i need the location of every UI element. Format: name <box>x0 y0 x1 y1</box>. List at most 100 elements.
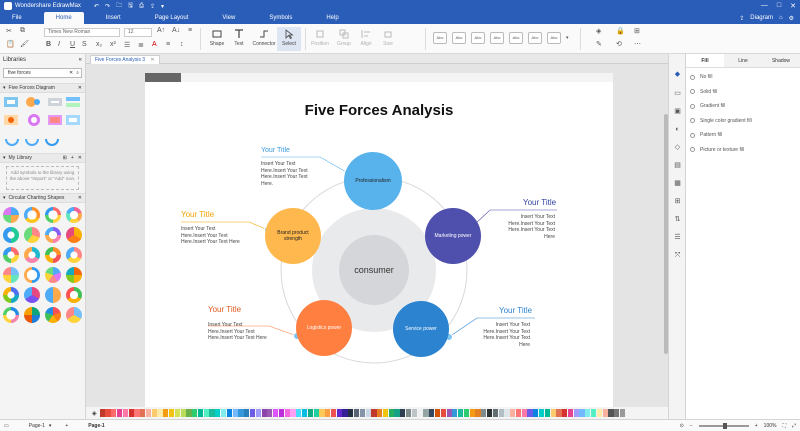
color-swatch[interactable] <box>215 409 221 417</box>
format-painter-icon[interactable]: 🖌 <box>20 40 29 48</box>
color-swatch[interactable] <box>377 409 383 417</box>
tab-shadow[interactable]: Shadow <box>762 54 800 67</box>
home-icon[interactable]: ⌂ <box>779 15 783 21</box>
color-swatch[interactable] <box>261 409 267 417</box>
shape-thumbnail[interactable] <box>45 227 61 243</box>
color-swatch[interactable] <box>498 409 504 417</box>
option-gradient-fill[interactable]: Gradient fill <box>686 99 800 114</box>
save-icon[interactable]: 🖫 <box>128 1 133 11</box>
group-button[interactable]: Group <box>332 27 356 51</box>
your-title-marketing[interactable]: Your Title <box>523 198 556 207</box>
color-swatch[interactable] <box>481 409 487 417</box>
maximize-button[interactable]: □ <box>777 2 781 10</box>
force-bubble-brand[interactable]: Brand product strength <box>265 208 321 264</box>
shape-thumbnail[interactable] <box>45 267 61 283</box>
style-swatch[interactable]: Abc <box>471 32 485 44</box>
color-swatch[interactable] <box>163 409 169 417</box>
color-swatch[interactable] <box>319 409 325 417</box>
arrange-icon[interactable]: ⊞ <box>634 27 640 35</box>
fill-bucket-icon[interactable]: ◈ <box>92 410 97 417</box>
color-swatch[interactable] <box>458 409 464 417</box>
paste-icon[interactable]: 📋 <box>6 40 15 48</box>
line-spacing-icon[interactable]: ↕ <box>180 41 184 48</box>
close-section-icon[interactable]: ✕ <box>78 155 82 161</box>
thumbnail-five-forces-1[interactable] <box>4 97 18 107</box>
select-button[interactable]: Select <box>277 27 301 51</box>
collapse-panel-icon[interactable]: « <box>79 57 82 63</box>
color-swatch[interactable] <box>273 409 279 417</box>
size-button[interactable]: Size <box>376 27 400 51</box>
section-circular-charting[interactable]: ▾ Circular Charting Shapes ✕ <box>0 193 85 203</box>
superscript-icon[interactable]: x² <box>110 41 116 48</box>
color-swatch[interactable] <box>515 409 522 417</box>
tab-line[interactable]: Line <box>724 54 762 67</box>
force-bubble-marketing[interactable]: Marketing power <box>425 208 481 264</box>
color-swatch[interactable] <box>446 409 452 417</box>
color-swatch[interactable] <box>504 409 510 417</box>
tab-fill[interactable]: Fill <box>686 54 724 67</box>
more-tools-icon[interactable]: ⋯ <box>634 40 641 48</box>
align-button[interactable]: Align <box>354 27 378 51</box>
color-swatch[interactable] <box>521 409 527 417</box>
color-swatch[interactable] <box>111 409 117 417</box>
color-swatch[interactable] <box>394 409 400 417</box>
color-swatch[interactable] <box>244 409 250 417</box>
library-search-input[interactable]: five forces ✕ ⌕ <box>3 68 82 78</box>
decrease-font-icon[interactable]: A↓ <box>172 27 180 34</box>
settings-icon[interactable]: ⚙ <box>789 15 794 22</box>
color-swatch[interactable] <box>567 409 574 417</box>
color-swatch[interactable] <box>452 409 458 417</box>
color-swatch[interactable] <box>209 409 215 417</box>
fullscreen-icon[interactable]: ⤢ <box>792 423 796 429</box>
print-icon[interactable]: ⎙ <box>139 3 144 10</box>
color-swatch[interactable] <box>608 409 614 417</box>
page-selector-chevron-icon[interactable]: ▾ <box>49 423 52 429</box>
force-bubble-service[interactable]: Service power <box>393 301 449 357</box>
document-tab[interactable]: Five Forces Analysis 3 ✕ <box>90 55 160 64</box>
table-panel-icon[interactable]: ⊞ <box>673 197 682 206</box>
shape-thumbnail[interactable] <box>66 207 82 223</box>
color-swatch[interactable] <box>128 409 134 417</box>
shape-thumbnail[interactable] <box>45 207 61 223</box>
shape-thumbnail[interactable] <box>45 287 61 303</box>
color-swatch[interactable] <box>151 409 157 417</box>
font-size-select[interactable]: 12 <box>124 28 152 37</box>
color-swatch[interactable] <box>145 409 152 417</box>
image-panel-icon[interactable]: ▣ <box>673 107 682 116</box>
redo-icon[interactable]: ↷ <box>105 3 110 10</box>
shape-thumbnail[interactable] <box>66 267 82 283</box>
option-solid-fill[interactable]: Solid fill <box>686 85 800 100</box>
thumbnail-five-forces-2[interactable] <box>26 97 40 107</box>
menu-help[interactable]: Help <box>314 12 350 24</box>
style-swatch[interactable]: Abc <box>509 32 523 44</box>
color-swatch[interactable] <box>423 409 429 417</box>
section-five-forces[interactable]: ▾ Five Forces Diagram ✕ <box>0 83 85 93</box>
style-swatch[interactable]: Abc <box>452 32 466 44</box>
your-title-brand[interactable]: Your Title <box>181 210 214 219</box>
position-button[interactable]: Position <box>308 27 332 51</box>
your-title-logistics[interactable]: Your Title <box>208 305 241 314</box>
drawing-canvas[interactable]: Five Forces Analysis consumer Profession… <box>86 64 668 408</box>
color-swatch[interactable] <box>406 409 412 417</box>
body-service[interactable]: Insert Your Text Here.Insert Your Text H… <box>464 322 530 348</box>
zoom-slider[interactable] <box>698 422 749 429</box>
thumbnail-five-forces-4[interactable] <box>66 97 80 107</box>
search-icon[interactable]: ⌕ <box>76 69 79 77</box>
data-panel-icon[interactable]: ⇅ <box>673 215 682 224</box>
shape-button[interactable]: Shape <box>205 27 229 51</box>
color-swatch[interactable] <box>556 409 562 417</box>
diagram-page[interactable]: Five Forces Analysis consumer Profession… <box>145 73 613 408</box>
add-page-icon[interactable]: + <box>65 423 68 429</box>
copy-icon[interactable]: ⧉ <box>20 27 25 35</box>
underline-icon[interactable]: U <box>70 41 75 48</box>
fill-panel-icon[interactable]: ◆ <box>673 70 682 79</box>
diagram-menu[interactable]: Diagram <box>750 15 773 21</box>
style-swatch[interactable]: Abc <box>433 32 447 44</box>
color-swatch[interactable] <box>232 409 238 417</box>
color-swatch[interactable] <box>226 409 232 417</box>
color-swatch[interactable] <box>417 409 423 417</box>
quick-access-dropdown-icon[interactable]: ▾ <box>161 3 164 10</box>
italic-icon[interactable]: I <box>58 41 60 48</box>
bullets-icon[interactable]: ☰ <box>124 41 130 49</box>
color-swatch[interactable] <box>342 409 348 417</box>
